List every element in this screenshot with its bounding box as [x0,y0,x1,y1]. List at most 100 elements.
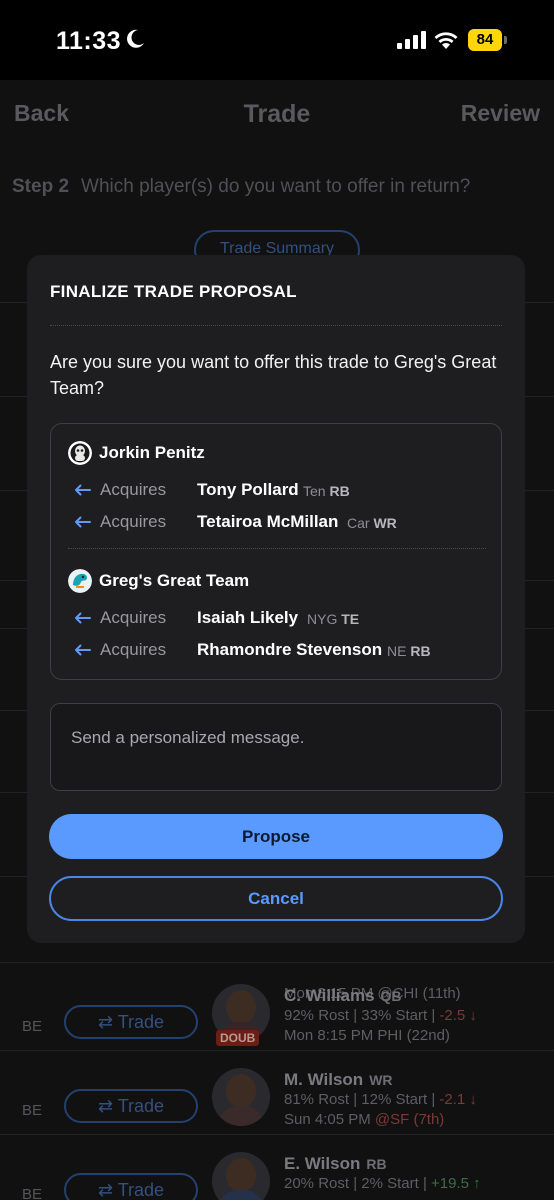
player-position: QB [380,988,402,1004]
acquires-label: Acquires [100,480,167,499]
step-text: Which player(s) do you want to offer in … [81,176,471,197]
player-position: WR [369,1072,393,1088]
player-name: Tony Pollard [197,480,299,499]
arrow-down-icon: ↓ [465,1091,477,1108]
finalize-trade-modal: FINALIZE TRADE PROPOSAL Are you sure you… [27,255,525,943]
avatar-face [226,1074,256,1108]
review-button[interactable]: Review [461,100,540,127]
nav-bar: Back Trade Review [0,100,554,140]
trade-button[interactable]: ⇄ Trade [64,1005,198,1039]
arrow-left-icon [75,644,91,656]
player-name-text: M. Wilson [284,1070,364,1089]
player-team: Car [347,515,370,531]
trade-button[interactable]: ⇄ Trade [64,1089,198,1123]
started-pct: 33% Start [361,1007,428,1024]
points-delta: -2.1 [439,1091,466,1108]
arrow-left-icon [75,516,91,528]
opponent: PHI (22nd) [377,1027,450,1044]
team-logo-icon [68,569,92,593]
roster-slot: BE [22,1186,43,1200]
trade-button[interactable]: ⇄ Trade [64,1173,198,1200]
player-position: RB [366,1156,387,1172]
game-time: Mon 8:15 PM [284,1027,374,1044]
player-team: Ten [303,483,326,499]
trade-summary-card: Jorkin Penitz Acquires Tony Pollard Ten … [50,423,502,680]
player-stats: 20% Rost | 2% Start | +19.5 ↑ [284,1175,481,1192]
player-stats: 92% Rost | 33% Start | -2.5 ↓ [284,1007,477,1024]
avatar-face [226,990,256,1024]
cellular-signal-icon [397,31,426,49]
points-delta: +19.5 [431,1175,470,1192]
rostered-pct: 81% Rost [284,1091,350,1108]
player-name: Tetairoa McMillan [197,512,339,531]
confirmation-question: Are you sure you want to offer this trad… [50,352,497,398]
step-instructions: Step 2 Which player(s) do you want to off… [12,176,470,198]
divider [50,325,502,326]
status-bar: 11:33 84 [0,0,554,80]
trade-button-label: Trade [117,1180,165,1200]
player-name-text: C. Williams [284,986,375,1005]
trade-button-label: Trade [117,1012,165,1032]
game-info: Sun 4:05 PM @SF (7th) [284,1111,444,1128]
roster-slot: BE [22,1018,43,1035]
arrow-up-icon: ↑ [469,1175,481,1192]
battery-level: 84 [468,29,502,51]
arrow-left-icon [75,612,91,624]
points-delta: -2.5 [439,1007,466,1024]
player-name: Isaiah Likely [197,608,299,627]
modal-title: FINALIZE TRADE PROPOSAL [50,282,297,301]
battery-tip [504,36,507,44]
player-team-position: Car WR [347,515,397,531]
game-info: Mon 8:15 PM PHI (22nd) [284,1027,450,1044]
roster-slot: BE [22,1102,43,1119]
team-logo-icon [68,441,92,465]
player-name[interactable]: C. Williams QB [284,986,402,1006]
player-name-text: E. Wilson [284,1154,361,1173]
started-pct: 2% Start [361,1175,419,1192]
rostered-pct: 20% Rost [284,1175,350,1192]
arrow-left-icon [75,484,91,496]
player-row: BE ⇄ Trade DOUB C. Williams QB 92% Rost |… [0,984,554,1082]
player-position: TE [341,611,360,627]
team-name: Jorkin Penitz [99,443,205,462]
player-name[interactable]: E. Wilson RB [284,1154,387,1174]
player-stats: 81% Rost | 12% Start | -2.1 ↓ [284,1091,477,1108]
player-team-position: Ten RB [303,483,350,499]
trade-button-label: Trade [117,1096,165,1116]
avatar-jersey [218,1106,264,1126]
player-team: NE [387,643,407,659]
started-pct: 12% Start [361,1091,428,1108]
clock: 11:33 [56,27,122,55]
arrow-down-icon: ↓ [465,1007,477,1024]
team-name: Greg's Great Team [99,571,250,590]
acquires-label: Acquires [100,512,167,531]
rostered-pct: 92% Rost [284,1007,350,1024]
message-placeholder: Send a personalized message. [71,728,305,747]
player-name: Rhamondre Stevenson [197,640,383,659]
player-avatar [212,1068,270,1126]
player-row: BE ⇄ Trade M. Wilson WR 81% Rost | 12% St… [0,1068,554,1166]
battery-indicator: 84 [468,29,508,51]
propose-button[interactable]: Propose [49,814,503,859]
wifi-icon [434,32,458,49]
player-team-position: NE RB [387,643,431,659]
step-label: Step 2 [12,176,70,197]
acquires-label: Acquires [100,640,167,659]
acquires-label: Acquires [100,608,167,627]
player-row: BE ⇄ Trade E. Wilson RB 20% Rost | 2% Sta… [0,1152,554,1200]
player-team: NYG [307,611,338,627]
avatar-face [226,1158,256,1192]
player-position: RB [329,483,350,499]
injury-badge: DOUB [216,1030,260,1046]
divider [68,548,486,549]
player-name[interactable]: M. Wilson WR [284,1070,393,1090]
player-position: WR [373,515,397,531]
moon-icon [127,29,144,48]
opponent: @SF (7th) [374,1111,445,1128]
player-team-position: NYG TE [307,611,359,627]
player-position: RB [410,643,431,659]
game-time: Sun 4:05 PM [284,1111,371,1128]
avatar-jersey [218,1190,264,1200]
cancel-button[interactable]: Cancel [49,876,503,921]
message-input[interactable]: Send a personalized message. [50,703,502,791]
